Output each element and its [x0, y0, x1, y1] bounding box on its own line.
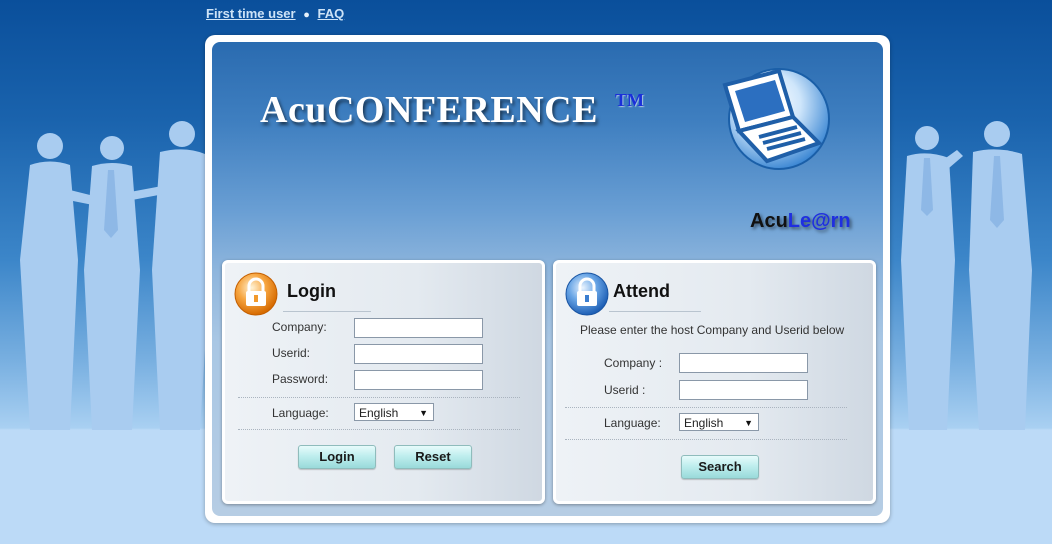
login-panel: Login Company: Userid: Password: Languag… [222, 260, 545, 504]
lock-icon [234, 272, 278, 316]
separator [565, 407, 847, 408]
language-select[interactable]: English ▼ [354, 403, 434, 421]
attend-language-select[interactable]: English ▼ [679, 413, 759, 431]
dropdown-arrow-icon: ▼ [419, 408, 428, 418]
password-label: Password: [272, 372, 329, 386]
company-label: Company: [272, 320, 327, 334]
company-input[interactable] [354, 318, 483, 338]
business-people-silhouette-left [20, 121, 210, 430]
login-title-underline [283, 311, 371, 312]
attend-instructions: Please enter the host Company and Userid… [580, 323, 845, 337]
host-userid-input[interactable] [679, 380, 808, 400]
separator [238, 397, 520, 398]
separator [238, 429, 520, 430]
language-label: Language: [272, 406, 329, 420]
attend-title: Attend [613, 281, 670, 301]
business-people-silhouette-right [901, 121, 1032, 430]
aculearn-brand: AcuLe@rn [750, 210, 851, 233]
reset-button[interactable]: Reset [394, 445, 472, 469]
dropdown-arrow-icon: ▼ [744, 418, 753, 428]
language-select-value: English [359, 406, 399, 420]
attend-language-select-value: English [684, 416, 724, 430]
host-company-input[interactable] [679, 353, 808, 373]
first-time-user-link[interactable]: First time user [206, 6, 296, 21]
userid-label: Userid: [272, 346, 311, 360]
app-title: AcuCONFERENCE [260, 89, 598, 131]
attend-panel: Attend Please enter the host Company and… [553, 260, 876, 504]
separator-dot: ● [303, 9, 310, 21]
trademark-mark: TM [615, 90, 644, 110]
laptop-icon [722, 68, 830, 170]
faq-link[interactable]: FAQ [318, 6, 345, 21]
top-navigation: First time user ● FAQ [206, 6, 344, 21]
attend-title-underline [609, 311, 701, 312]
host-userid-label: Userid : [604, 383, 646, 397]
login-button[interactable]: Login [298, 445, 376, 469]
password-input[interactable] [354, 370, 483, 390]
login-title: Login [287, 281, 336, 301]
separator [565, 439, 847, 440]
attend-language-label: Language: [604, 416, 661, 430]
userid-input[interactable] [354, 344, 483, 364]
lock-icon [565, 272, 609, 316]
host-company-label: Company : [604, 356, 663, 370]
brand-part-learn: Le@rn [787, 210, 851, 232]
brand-part-acu: Acu [750, 210, 788, 232]
search-button[interactable]: Search [681, 455, 759, 479]
